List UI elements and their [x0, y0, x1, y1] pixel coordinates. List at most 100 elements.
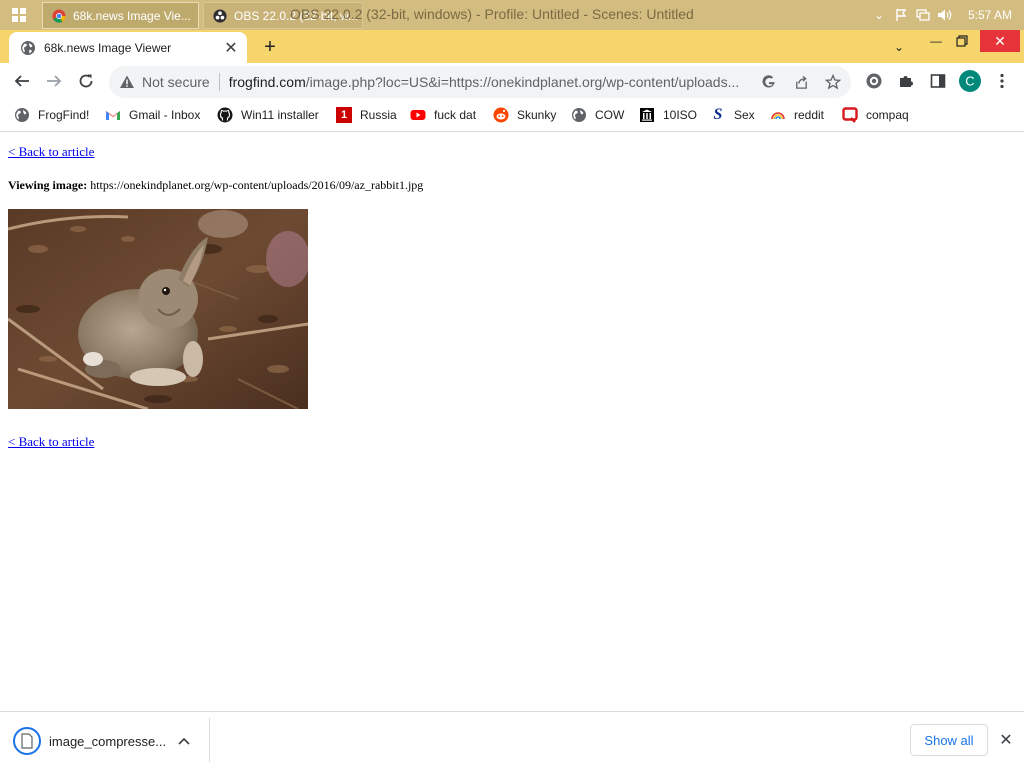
avatar-initial: C: [965, 74, 974, 89]
show-all-button[interactable]: Show all: [910, 724, 988, 756]
url-text[interactable]: frogfind.com/image.php?loc=US&i=https://…: [229, 74, 757, 90]
bookmark-label: Russia: [360, 108, 397, 122]
bookmark-compaq[interactable]: compaq: [842, 105, 909, 125]
arrow-right-icon: [47, 75, 62, 87]
globe-icon: [572, 108, 586, 122]
reload-button[interactable]: [72, 67, 100, 95]
download-filename: image_compresse...: [49, 733, 167, 749]
forward-button[interactable]: [40, 67, 68, 95]
bookmark-frogfind[interactable]: FrogFind!: [14, 105, 89, 125]
bookmark-fuck-dat[interactable]: fuck dat: [410, 105, 476, 125]
rainbow-icon: [771, 112, 785, 120]
bookmark-gmail[interactable]: Gmail - Inbox: [105, 105, 200, 125]
bookmark-russia[interactable]: 1 Russia: [336, 105, 397, 125]
bookmark-10iso[interactable]: 10ISO: [639, 105, 697, 125]
bookmark-win11-installer[interactable]: Win11 installer: [217, 105, 319, 125]
obs-icon: [213, 8, 227, 23]
extension-cat-icon: [866, 73, 882, 89]
obs-window-title: OBS 22.0.2 (32-bit, windows) - Profile: …: [290, 6, 694, 22]
download-shelf: image_compresse... Show all ✕: [0, 711, 1024, 768]
chrome-menu-button[interactable]: [988, 67, 1016, 95]
url-host: frogfind.com: [228, 74, 306, 90]
building-icon: [640, 108, 654, 122]
github-icon: [217, 107, 233, 123]
side-panel-button[interactable]: [924, 67, 952, 95]
bookmark-label: 10ISO: [663, 108, 698, 122]
new-tab-button[interactable]: +: [258, 36, 282, 58]
system-tray: ⌄ 5:57 AM: [868, 0, 1024, 30]
network-icon[interactable]: [912, 0, 934, 30]
share-icon[interactable]: [791, 72, 811, 92]
bookmark-star-icon[interactable]: [823, 72, 843, 92]
side-panel-icon: [930, 74, 946, 88]
bookmark-cow[interactable]: COW: [571, 105, 624, 125]
youtube-icon: [410, 110, 426, 120]
bookmark-reddit[interactable]: reddit: [770, 105, 824, 125]
profile-button[interactable]: C: [956, 67, 984, 95]
download-item[interactable]: image_compresse...: [12, 721, 208, 761]
restore-icon: [956, 35, 968, 47]
chevron-up-icon[interactable]: [175, 732, 193, 750]
back-to-article-link-bottom[interactable]: < Back to article: [8, 434, 94, 450]
taskbar-clock[interactable]: 5:57 AM: [956, 8, 1024, 22]
file-icon: [13, 727, 41, 755]
tab-close-icon[interactable]: ✕: [221, 38, 241, 58]
more-vert-icon: [1000, 73, 1004, 89]
extensions-menu-button[interactable]: [892, 67, 920, 95]
reload-icon: [79, 74, 93, 88]
back-button[interactable]: [8, 67, 36, 95]
maximize-button[interactable]: [946, 30, 978, 52]
chevron-up-icon[interactable]: ⌄: [868, 0, 890, 30]
close-icon[interactable]: ✕: [996, 730, 1016, 750]
bookmark-sex[interactable]: S Sex: [710, 105, 755, 125]
windows-logo-icon: [12, 8, 26, 22]
globe-icon: [21, 40, 35, 55]
extension-button[interactable]: [860, 67, 888, 95]
volume-icon[interactable]: [934, 0, 956, 30]
bookmark-label: Sex: [734, 108, 755, 122]
tab-search-icon[interactable]: ⌄: [888, 36, 910, 58]
bookmark-label: COW: [595, 108, 625, 122]
gmail-icon: [106, 111, 120, 120]
viewing-label: Viewing image:: [8, 178, 88, 192]
chrome-icon: [52, 8, 66, 23]
avatar: C: [959, 70, 981, 92]
browser-toolbar: Not secure frogfind.com/image.php?loc=US…: [0, 63, 1024, 100]
reddit-icon: [493, 107, 509, 123]
taskbar-item-label: 68k.news Image Vie...: [73, 8, 191, 23]
bookmark-label: fuck dat: [434, 108, 477, 122]
arrow-left-icon: [14, 75, 29, 87]
shelf-divider: [209, 718, 210, 762]
google-icon[interactable]: [759, 72, 779, 92]
q-logo-icon: [842, 107, 858, 123]
address-bar[interactable]: Not secure frogfind.com/image.php?loc=US…: [109, 66, 851, 98]
tab-active[interactable]: 68k.news Image Viewer ✕: [9, 32, 247, 63]
url-path: /image.php?loc=US&i=https://onekindplane…: [305, 74, 740, 90]
red-square-icon: 1: [336, 107, 352, 123]
start-button[interactable]: [0, 0, 38, 30]
taskbar-item-chrome[interactable]: 68k.news Image Vie...: [42, 2, 199, 29]
bookmark-label: reddit: [794, 108, 825, 122]
windows-taskbar: 68k.news Image Vie... OBS 22.0.2 (32-bit…: [0, 0, 1024, 30]
security-status[interactable]: Not secure: [142, 74, 210, 90]
globe-icon: [15, 108, 29, 122]
rabbit-photo: [8, 209, 308, 409]
bookmark-skunky[interactable]: Skunky: [493, 105, 556, 125]
close-window-button[interactable]: ✕: [980, 30, 1020, 52]
puzzle-icon: [900, 76, 913, 87]
omnibox-divider: [218, 73, 220, 91]
tab-title: 68k.news Image Viewer: [44, 40, 172, 55]
bookmark-label: Skunky: [517, 108, 557, 122]
back-to-article-link-top[interactable]: < Back to article: [8, 144, 94, 160]
flag-icon[interactable]: [890, 0, 912, 30]
bookmark-label: FrogFind!: [38, 108, 90, 122]
warning-icon[interactable]: [119, 74, 135, 90]
bookmarks-bar: FrogFind! Gmail - Inbox Win11 installer …: [0, 100, 1024, 132]
bookmark-label: Win11 installer: [241, 108, 319, 122]
image-url: https://onekindplanet.org/wp-content/upl…: [90, 178, 424, 192]
s-logo-icon: S: [713, 106, 723, 123]
bookmark-label: Gmail - Inbox: [129, 108, 201, 122]
tab-strip: 68k.news Image Viewer ✕ + ⌄ — ✕: [0, 30, 1024, 63]
viewing-image-line: Viewing image: https://onekindplanet.org…: [8, 178, 423, 193]
bookmark-label: compaq: [866, 108, 909, 122]
